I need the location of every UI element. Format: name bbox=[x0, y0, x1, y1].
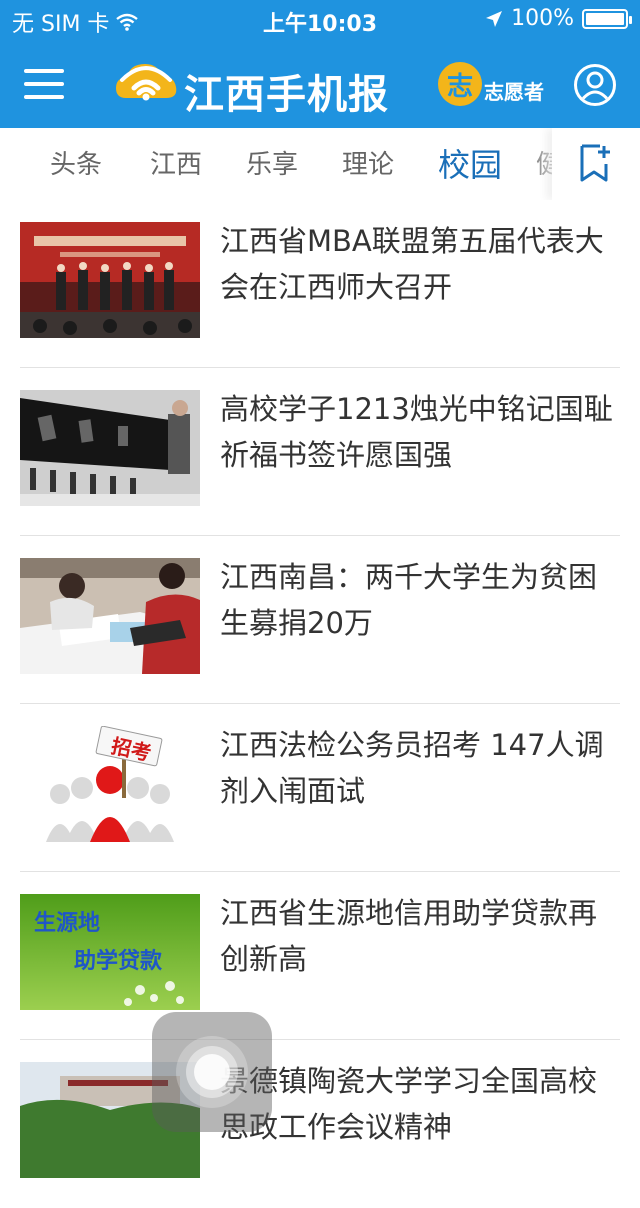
user-icon bbox=[579, 71, 611, 102]
assistive-touch-button[interactable] bbox=[152, 1012, 272, 1132]
article-item[interactable]: 江西南昌：两千大学生为贫困生募捐20万 bbox=[0, 536, 640, 704]
article-item[interactable]: 景德镇陶瓷大学学习全国高校思政工作会议精神 bbox=[0, 1040, 640, 1208]
status-right: 100% bbox=[485, 6, 632, 31]
volunteer-badge-icon: 志 bbox=[438, 62, 482, 106]
article-title: 江西南昌：两千大学生为贫困生募捐20万 bbox=[220, 560, 598, 640]
location-arrow-icon bbox=[486, 10, 503, 27]
article-item[interactable]: 高校学子1213烛光中铭记国耻 祈福书签许愿国强 bbox=[0, 368, 640, 536]
category-tabs: 头条 江西 乐享 理论 校园 健 bbox=[0, 128, 640, 200]
article-item[interactable]: 江西省MBA联盟第五届代表大会在江西师大召开 bbox=[0, 200, 640, 368]
volunteer-label: 志愿者 bbox=[484, 79, 544, 104]
user-profile-button[interactable] bbox=[574, 64, 616, 106]
article-thumbnail: 招考 bbox=[20, 726, 200, 842]
recruitment-figures-image: 招考 bbox=[20, 726, 200, 842]
article-list: 江西省MBA联盟第五届代表大会在江西师大召开 高校学子1213烛光中铭记国耻 祈… bbox=[0, 200, 640, 1208]
candlelight-banner-photo-image bbox=[20, 390, 200, 506]
menu-line-icon bbox=[24, 69, 64, 73]
article-thumbnail bbox=[20, 390, 200, 506]
article-title: 江西省生源地信用助学贷款再创新高 bbox=[220, 896, 598, 976]
menu-line-icon bbox=[24, 82, 64, 86]
poster-line-2: 助学贷款 bbox=[74, 948, 163, 974]
donation-photo-image bbox=[20, 558, 200, 674]
signal-cloud-logo-icon bbox=[116, 64, 177, 101]
article-title: 高校学子1213烛光中铭记国耻 祈福书签许愿国强 bbox=[220, 392, 613, 472]
article-title: 景德镇陶瓷大学学习全国高校思政工作会议精神 bbox=[220, 1064, 598, 1144]
tab-headline[interactable]: 头条 bbox=[50, 144, 102, 181]
menu-button[interactable] bbox=[24, 67, 64, 101]
article-thumbnail: 生源地 助学贷款 bbox=[20, 894, 200, 1010]
volunteer-button[interactable]: 志 志愿者 bbox=[438, 62, 544, 106]
app-header: 江西手机报 志 志愿者 bbox=[0, 40, 640, 128]
article-thumbnail bbox=[20, 222, 200, 338]
app-title: 江西手机报 bbox=[184, 72, 389, 118]
tab-jiangxi[interactable]: 江西 bbox=[150, 144, 202, 181]
article-title: 江西省MBA联盟第五届代表大会在江西师大召开 bbox=[220, 224, 604, 304]
student-loan-poster-image: 生源地 助学贷款 bbox=[20, 894, 200, 1010]
conference-photo-image bbox=[20, 222, 200, 338]
article-item[interactable]: 招考 江西法检公务员招考 147人调剂入闱面试 bbox=[0, 704, 640, 872]
poster-line-1: 生源地 bbox=[34, 911, 100, 936]
app-logo: 江西手机报 bbox=[112, 54, 402, 118]
battery-icon bbox=[582, 8, 632, 29]
article-thumbnail bbox=[20, 558, 200, 674]
tab-lexiang[interactable]: 乐享 bbox=[246, 144, 298, 181]
assistive-ring-icon bbox=[194, 1054, 230, 1090]
status-bar: 无 SIM 卡 上午10:03 100% bbox=[0, 0, 640, 40]
article-item[interactable]: 生源地 助学贷款 江西省生源地信用助学贷款再创新高 bbox=[0, 872, 640, 1040]
menu-line-icon bbox=[24, 95, 64, 99]
bookmark-add-icon bbox=[580, 144, 610, 182]
add-channel-button[interactable] bbox=[552, 128, 640, 200]
battery-percent: 100% bbox=[511, 6, 574, 31]
tab-campus[interactable]: 校园 bbox=[438, 140, 502, 186]
tab-theory[interactable]: 理论 bbox=[342, 144, 394, 181]
article-title: 江西法检公务员招考 147人调剂入闱面试 bbox=[220, 728, 604, 808]
